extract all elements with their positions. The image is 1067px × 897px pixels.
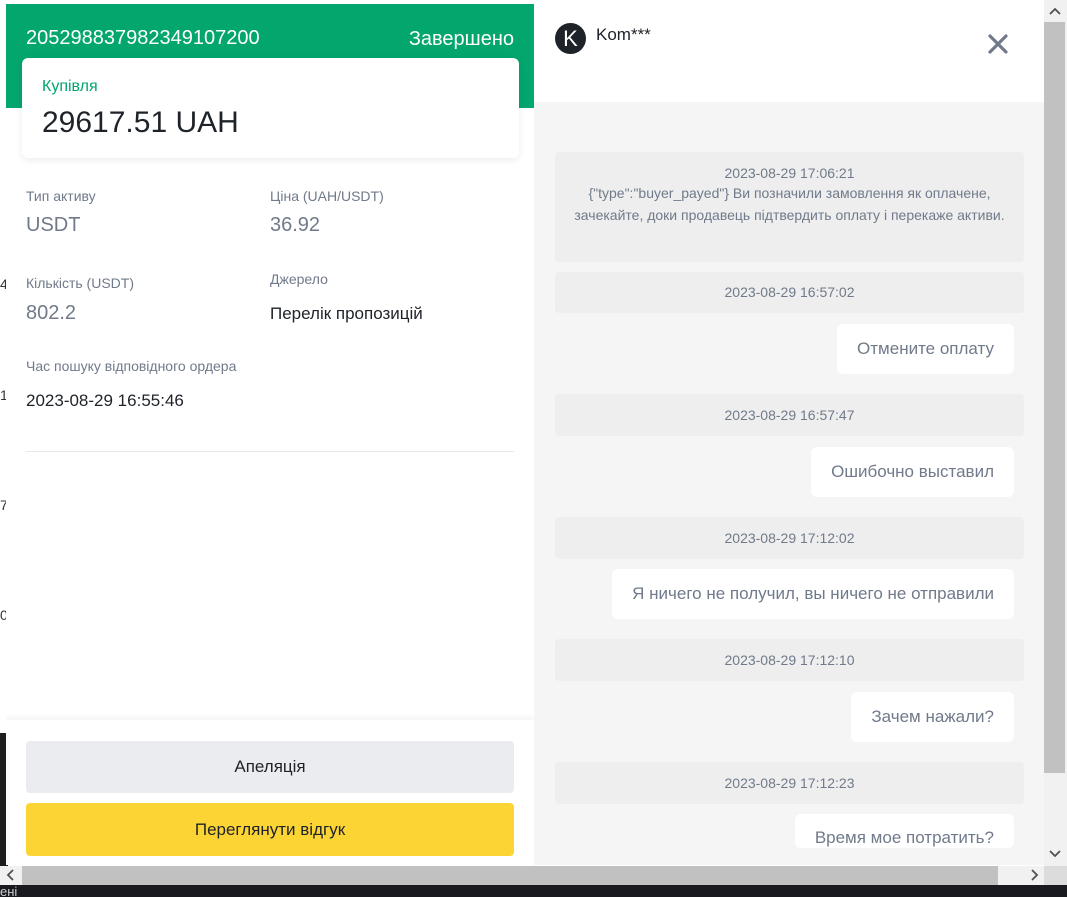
system-message-text: {"type":"buyer_payed"} Ви позначили замо… <box>574 185 1005 223</box>
source-value: Перелік пропозицій <box>270 304 423 323</box>
message-timestamp: 2023-08-29 16:57:47 <box>724 407 855 423</box>
asset-type-label: Тип активу <box>26 188 96 204</box>
message-timestamp: 2023-08-29 16:57:02 <box>724 284 855 300</box>
scroll-down-arrow-icon[interactable] <box>1047 846 1063 862</box>
quantity-value: 802.2 <box>26 302 77 324</box>
price-value: 36.92 <box>270 214 321 236</box>
chat-bubble: Отмените оплату <box>837 324 1014 374</box>
scroll-left-arrow-icon[interactable] <box>4 868 18 882</box>
order-detail-modal: 205298837982349107200 Завершено Купівля … <box>6 4 1044 865</box>
chat-bubble: Зачем нажали? <box>851 692 1014 742</box>
chat-bubble: Я ничего не получил, вы ничего не отправ… <box>612 569 1014 619</box>
trade-amount: 29617.51 UAH <box>42 106 239 139</box>
background-footer <box>0 885 1067 897</box>
asset-type-value: USDT <box>26 214 81 236</box>
match-time-value: 2023-08-29 16:55:46 <box>26 391 184 410</box>
order-panel: 205298837982349107200 Завершено Купівля … <box>6 4 534 865</box>
message-timestamp: 2023-08-29 17:12:23 <box>724 775 855 791</box>
message-timestamp-row: 2023-08-29 16:57:02 <box>555 272 1024 313</box>
scroll-right-arrow-icon[interactable] <box>1027 868 1041 882</box>
vertical-scrollbar-thumb[interactable] <box>1044 22 1065 773</box>
chat-bubble: Время мое потратить? <box>794 814 1014 848</box>
source-label: Джерело <box>270 271 328 287</box>
contact-name: Kom*** <box>596 25 651 44</box>
scrollbar-corner <box>1044 866 1067 885</box>
message-timestamp-row: 2023-08-29 16:57:47 <box>555 394 1024 436</box>
message-timestamp-row: 2023-08-29 17:12:23 <box>555 762 1024 804</box>
system-message: 2023-08-29 17:06:21 {"type":"buyer_payed… <box>555 152 1024 262</box>
message-timestamp-row: 2023-08-29 17:12:10 <box>555 639 1024 681</box>
match-time-label: Час пошуку відповідного ордера <box>26 358 237 374</box>
background-text-fragment: ені <box>0 884 18 897</box>
chat-panel: K Kom*** 2023-08-29 17:06:21 {"type":"bu… <box>534 4 1044 865</box>
chat-bubble: Ошибочно выставил <box>811 447 1014 497</box>
close-button[interactable] <box>982 28 1014 60</box>
order-id: 205298837982349107200 <box>26 27 260 49</box>
order-summary-card: Купівля 29617.51 UAH <box>22 58 519 158</box>
scroll-up-arrow-icon[interactable] <box>1047 3 1063 19</box>
message-timestamp: 2023-08-29 17:12:02 <box>724 530 855 546</box>
trade-type-label: Купівля <box>42 78 98 95</box>
price-label: Ціна (UAH/USDT) <box>270 188 384 204</box>
appeal-button[interactable]: Апеляція <box>26 741 514 793</box>
view-review-button[interactable]: Переглянути відгук <box>26 803 514 856</box>
message-timestamp: 2023-08-29 17:06:21 <box>724 165 855 181</box>
avatar: K <box>555 23 586 54</box>
message-timestamp: 2023-08-29 17:12:10 <box>724 652 855 668</box>
chat-header: K Kom*** <box>534 4 1044 102</box>
order-status: Завершено <box>408 28 514 50</box>
close-icon <box>988 34 1008 54</box>
message-timestamp-row: 2023-08-29 17:12:02 <box>555 517 1024 559</box>
action-bar: Апеляція Переглянути відгук <box>6 720 534 865</box>
horizontal-scrollbar-thumb[interactable] <box>22 866 998 885</box>
section-divider <box>26 451 514 452</box>
quantity-label: Кількість (USDT) <box>26 275 134 291</box>
